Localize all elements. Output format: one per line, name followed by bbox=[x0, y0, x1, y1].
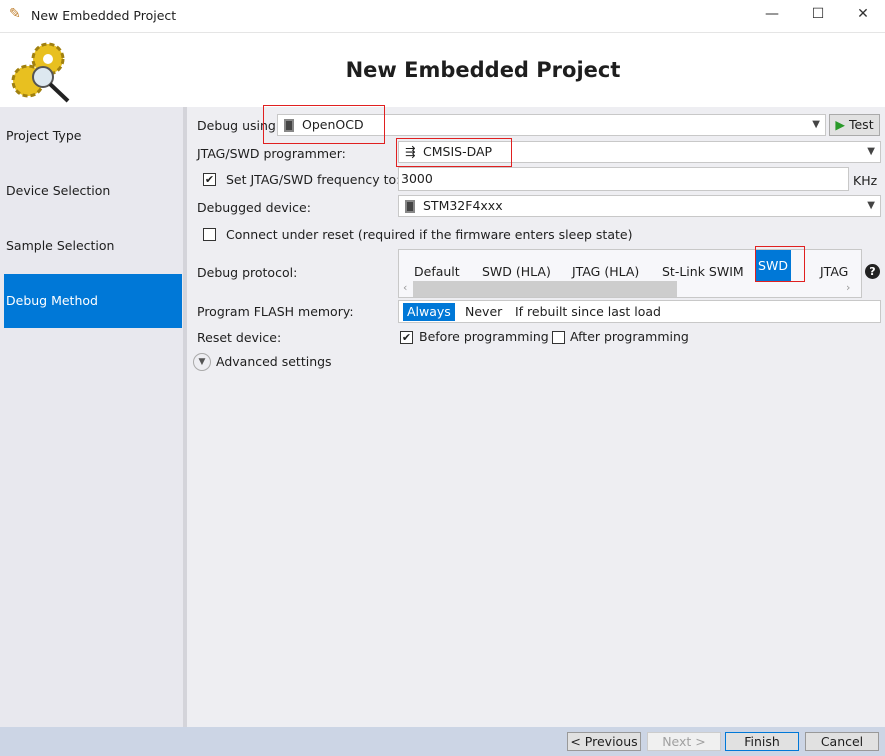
maximize-button[interactable]: ☐ bbox=[808, 6, 828, 26]
test-button[interactable]: ▶ Test bbox=[829, 114, 880, 136]
finish-button[interactable]: Finish bbox=[725, 732, 799, 751]
window-title: New Embedded Project bbox=[31, 8, 177, 23]
minimize-button[interactable]: — bbox=[762, 6, 782, 26]
advanced-settings-toggle[interactable]: Advanced settings bbox=[216, 354, 332, 369]
connect-reset-label: Connect under reset (required if the fir… bbox=[226, 227, 633, 242]
test-label: Test bbox=[848, 117, 874, 132]
freq-checkbox[interactable]: ✔ bbox=[203, 173, 216, 186]
chevron-down-icon: ▼ bbox=[867, 146, 875, 157]
page-title: New Embedded Project bbox=[345, 58, 621, 82]
sidebar-item-sample-selection[interactable]: Sample Selection bbox=[4, 219, 182, 273]
chip-icon bbox=[405, 200, 415, 213]
debug-settings-panel: Debug using: OpenOCD ▼ ▶ Test JTAG/SWD p… bbox=[187, 105, 885, 727]
app-icon: ✎ bbox=[9, 6, 21, 22]
protocol-label: Debug protocol: bbox=[197, 265, 298, 280]
protocol-swd[interactable]: SWD bbox=[755, 250, 791, 282]
flash-always[interactable]: Always bbox=[403, 303, 455, 321]
previous-button[interactable]: < Previous bbox=[567, 732, 641, 751]
reset-before-checkbox[interactable]: ✔ bbox=[400, 331, 413, 344]
reset-after-checkbox[interactable] bbox=[552, 331, 565, 344]
freq-label: Set JTAG/SWD frequency to: bbox=[226, 172, 401, 187]
sidebar-item-debug-method[interactable]: Debug Method bbox=[4, 274, 182, 328]
reset-label: Reset device: bbox=[197, 330, 282, 345]
scroll-left-icon[interactable]: ‹ bbox=[403, 281, 407, 294]
help-icon[interactable]: ? bbox=[865, 264, 880, 279]
flash-selector: Always Never If rebuilt since last load bbox=[398, 300, 881, 323]
wizard-header: New Embedded Project bbox=[0, 32, 885, 107]
scrollbar-thumb[interactable] bbox=[413, 281, 677, 297]
programmer-value: CMSIS-DAP bbox=[423, 144, 493, 159]
device-value: STM32F4xxx bbox=[423, 198, 503, 213]
reset-after-label: After programming bbox=[570, 329, 689, 344]
expand-icon[interactable]: ▼ bbox=[193, 353, 211, 371]
sidebar-item-device-selection[interactable]: Device Selection bbox=[4, 164, 182, 218]
usb-icon: ⇶ bbox=[405, 144, 416, 159]
programmer-label: JTAG/SWD programmer: bbox=[197, 146, 346, 161]
connect-reset-checkbox[interactable] bbox=[203, 228, 216, 241]
flash-if-rebuilt[interactable]: If rebuilt since last load bbox=[515, 303, 661, 321]
flash-label: Program FLASH memory: bbox=[197, 304, 354, 319]
device-dropdown[interactable]: STM32F4xxx ▼ bbox=[398, 195, 881, 217]
debug-using-value: OpenOCD bbox=[302, 117, 364, 132]
protocol-selector: Default SWD (HLA) JTAG (HLA) St-Link SWI… bbox=[398, 249, 862, 298]
debug-using-dropdown[interactable]: OpenOCD ▼ bbox=[277, 114, 826, 136]
cancel-button[interactable]: Cancel bbox=[805, 732, 879, 751]
chevron-down-icon: ▼ bbox=[867, 200, 875, 211]
play-icon: ▶ bbox=[835, 117, 845, 132]
horizontal-scrollbar[interactable]: ‹ › bbox=[399, 281, 861, 297]
close-button[interactable]: ✕ bbox=[853, 6, 873, 26]
debug-using-label: Debug using: bbox=[197, 118, 281, 133]
flash-never[interactable]: Never bbox=[465, 303, 502, 321]
freq-input[interactable]: 3000 bbox=[398, 167, 849, 191]
reset-before-label: Before programming bbox=[419, 329, 549, 344]
programmer-dropdown[interactable]: ⇶ CMSIS-DAP ▼ bbox=[398, 141, 881, 163]
wizard-steps: Project Type Device Selection Sample Sel… bbox=[0, 107, 183, 727]
sidebar-item-project-type[interactable]: Project Type bbox=[4, 109, 182, 163]
freq-unit: KHz bbox=[853, 173, 878, 188]
next-button[interactable]: Next > bbox=[647, 732, 721, 751]
device-label: Debugged device: bbox=[197, 200, 311, 215]
title-bar: ✎ New Embedded Project — ☐ ✕ bbox=[0, 0, 885, 32]
chevron-down-icon: ▼ bbox=[812, 119, 820, 130]
chip-icon bbox=[284, 119, 294, 132]
scroll-right-icon[interactable]: › bbox=[846, 281, 850, 294]
